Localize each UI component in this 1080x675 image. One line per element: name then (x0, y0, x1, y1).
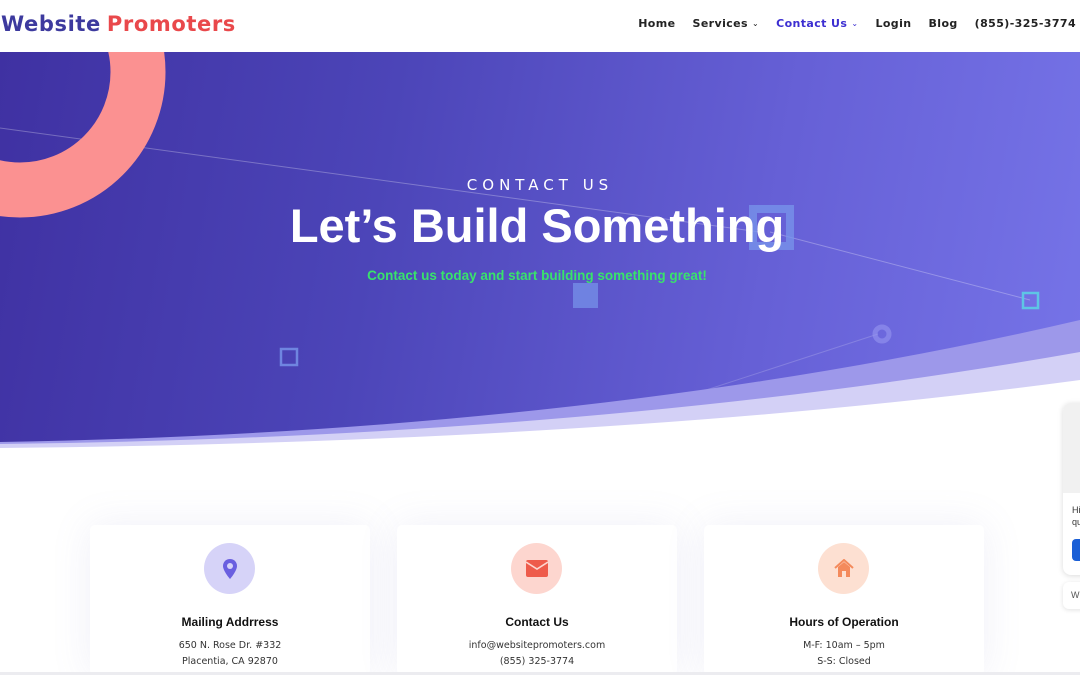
hero-section: CONTACT US Let’s Build Something Contact… (0, 52, 1080, 452)
decor-square (573, 283, 598, 308)
nav-label: Blog (928, 17, 958, 30)
card-title: Hours of Operation (789, 615, 899, 629)
nav-item-blog[interactable]: Blog (928, 17, 957, 30)
nav-label: Services (692, 17, 748, 30)
decor-dot (872, 324, 892, 344)
nav-item-contact-us[interactable]: Contact Us ⌄ (776, 17, 858, 30)
nav-label: (855)-325-3774 (974, 17, 1076, 30)
chat-widget-header (1063, 403, 1080, 493)
chat-secondary-text: W (1071, 590, 1080, 600)
chat-message-line: Hi (1072, 505, 1080, 515)
site-logo[interactable]: Website Promoters (1, 12, 236, 36)
card-contact-us: Contact Us info@websitepromoters.com (85… (397, 525, 677, 675)
nav-label: Contact Us (776, 17, 848, 30)
card-mailing-address: Mailing Addrress 650 N. Rose Dr. #332 Pl… (90, 525, 370, 675)
decor-ring (0, 52, 166, 218)
chevron-down-icon: ⌄ (751, 19, 760, 28)
icon-circle (818, 543, 869, 594)
card-line: Placentia, CA 92870 (182, 656, 278, 667)
nav-item-login[interactable]: Login (875, 17, 911, 30)
icon-circle (204, 543, 255, 594)
home-icon (833, 559, 854, 577)
nav-item-services[interactable]: Services ⌄ (693, 17, 760, 30)
envelope-icon (525, 560, 548, 577)
nav-item-home[interactable]: Home (638, 17, 675, 30)
hero-eyebrow: CONTACT US (466, 176, 614, 194)
card-email-link[interactable]: info@websitepromoters.com (397, 640, 677, 651)
nav-item-phone[interactable]: (855)-325-3774 (975, 17, 1076, 30)
chat-widget-button[interactable] (1072, 539, 1080, 561)
logo-text-website: Website (1, 12, 101, 36)
chevron-down-icon: ⌄ (851, 19, 859, 28)
chat-widget-popup[interactable]: Hi qu (1063, 403, 1080, 575)
card-line: M-F: 10am – 5pm (803, 640, 885, 651)
nav-label: Login (875, 17, 912, 30)
card-line: S-S: Closed (817, 656, 871, 667)
chat-widget-message: Hi qu (1072, 504, 1080, 528)
icon-circle (511, 543, 562, 594)
decor-square (1021, 291, 1040, 310)
hero-title: Let’s Build Something (289, 199, 785, 252)
site-header: Website Promoters Home Services ⌄ Contact… (0, 0, 1080, 52)
map-pin-icon (222, 558, 237, 579)
logo-text-promoters: Promoters (106, 12, 236, 36)
card-phone-link[interactable]: (855) 325-3774 (397, 656, 677, 667)
decor-square (279, 347, 299, 367)
nav-label: Home (638, 17, 676, 30)
card-line: 650 N. Rose Dr. #332 (178, 640, 282, 651)
card-hours-of-operation: Hours of Operation M-F: 10am – 5pm S-S: … (704, 525, 984, 675)
main-nav: Home Services ⌄ Contact Us ⌄ Login Blog … (621, 17, 1076, 30)
chat-message-line: qu (1072, 517, 1080, 527)
chat-widget-secondary[interactable]: W (1063, 582, 1080, 609)
hero-subtitle: Contact us today and start building some… (367, 268, 707, 283)
card-title: Mailing Addrress (181, 615, 279, 629)
card-title: Contact Us (505, 615, 569, 629)
